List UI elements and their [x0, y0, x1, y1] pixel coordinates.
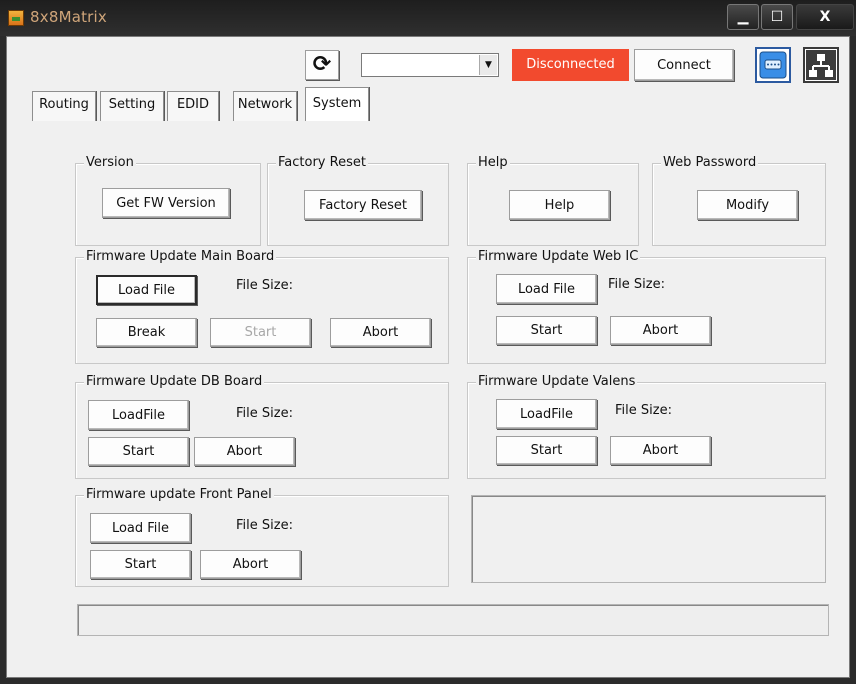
app-icon	[8, 10, 24, 26]
fw-valens-group: Firmware Update Valens LoadFile File Siz…	[467, 374, 826, 479]
version-group-title: Version	[84, 155, 136, 171]
title-bar[interactable]: 8x8Matrix ▁ ☐ X	[0, 0, 856, 36]
front-start-button[interactable]: Start	[90, 550, 191, 579]
tab-setting[interactable]: Setting	[100, 91, 164, 121]
factory-reset-group-title: Factory Reset	[276, 155, 368, 171]
progress-bar	[77, 604, 829, 636]
tab-routing[interactable]: Routing	[32, 91, 96, 121]
web-ic-start-button[interactable]: Start	[496, 316, 597, 345]
network-icon	[806, 50, 836, 80]
port-select[interactable]: ▼	[361, 53, 499, 77]
web-ic-load-file-button[interactable]: Load File	[496, 274, 597, 304]
serial-port-icon	[759, 51, 787, 79]
version-group: Version Get FW Version	[75, 155, 261, 246]
client-area: ⟳ ▼ Disconnected Connect Routing Setting…	[6, 36, 850, 678]
refresh-icon: ⟳	[312, 52, 332, 77]
front-abort-button[interactable]: Abort	[200, 550, 301, 579]
db-file-size-label: File Size:	[236, 406, 293, 421]
main-abort-button[interactable]: Abort	[330, 318, 431, 347]
minimize-button[interactable]: ▁	[727, 4, 759, 30]
web-ic-abort-button[interactable]: Abort	[610, 316, 711, 345]
fw-valens-title: Firmware Update Valens	[476, 374, 638, 390]
front-load-file-button[interactable]: Load File	[90, 513, 191, 543]
fw-front-panel-group: Firmware update Front Panel Load File Fi…	[75, 487, 449, 587]
main-file-size-label: File Size:	[236, 278, 293, 293]
modify-button[interactable]: Modify	[697, 190, 798, 220]
connect-button[interactable]: Connect	[634, 49, 734, 81]
valens-load-file-button[interactable]: LoadFile	[496, 399, 597, 429]
db-start-button[interactable]: Start	[88, 437, 189, 466]
log-output-box[interactable]	[471, 495, 826, 583]
connection-status: Disconnected	[512, 49, 629, 81]
get-fw-version-button[interactable]: Get FW Version	[102, 188, 230, 218]
tab-system[interactable]: System	[305, 87, 369, 121]
help-group-title: Help	[476, 155, 510, 171]
tab-edid[interactable]: EDID	[167, 91, 219, 121]
web-password-group-title: Web Password	[661, 155, 759, 171]
serial-port-button[interactable]	[755, 47, 791, 83]
refresh-button[interactable]: ⟳	[305, 50, 339, 80]
close-button[interactable]: X	[796, 4, 854, 30]
web-ic-file-size-label: File Size:	[608, 277, 665, 292]
fw-front-panel-title: Firmware update Front Panel	[84, 487, 274, 503]
fw-web-ic-title: Firmware Update Web IC	[476, 249, 641, 265]
fw-db-board-title: Firmware Update DB Board	[84, 374, 265, 390]
window-title: 8x8Matrix	[30, 8, 107, 26]
factory-reset-button[interactable]: Factory Reset	[304, 190, 422, 220]
chevron-down-icon[interactable]: ▼	[479, 55, 497, 75]
main-start-button[interactable]: Start	[210, 318, 311, 347]
db-abort-button[interactable]: Abort	[194, 437, 295, 466]
factory-reset-group: Factory Reset Factory Reset	[267, 155, 449, 246]
fw-db-board-group: Firmware Update DB Board LoadFile File S…	[75, 374, 449, 479]
help-group: Help Help	[467, 155, 639, 246]
db-load-file-button[interactable]: LoadFile	[88, 400, 189, 430]
front-file-size-label: File Size:	[236, 518, 293, 533]
valens-abort-button[interactable]: Abort	[610, 436, 711, 465]
main-break-button[interactable]: Break	[96, 318, 197, 347]
fw-main-board-group: Firmware Update Main Board Load File Fil…	[75, 249, 449, 364]
valens-start-button[interactable]: Start	[496, 436, 597, 465]
fw-main-board-title: Firmware Update Main Board	[84, 249, 277, 265]
network-button[interactable]	[803, 47, 839, 83]
valens-file-size-label: File Size:	[615, 403, 672, 418]
web-password-group: Web Password Modify	[652, 155, 826, 246]
tab-network[interactable]: Network	[233, 91, 297, 121]
help-button[interactable]: Help	[509, 190, 610, 220]
app-window: 8x8Matrix ▁ ☐ X ⟳ ▼ Disconnected Connect	[0, 0, 856, 684]
main-load-file-button[interactable]: Load File	[96, 275, 197, 305]
maximize-button[interactable]: ☐	[761, 4, 793, 30]
fw-web-ic-group: Firmware Update Web IC Load File File Si…	[467, 249, 826, 364]
